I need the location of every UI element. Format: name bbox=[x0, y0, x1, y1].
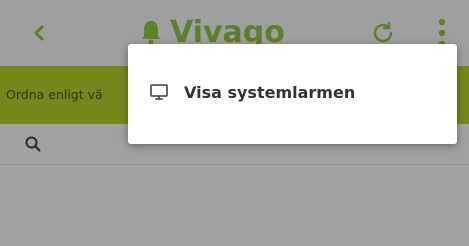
overflow-menu: Visa systemlarmen bbox=[128, 44, 457, 144]
menu-item-show-system-alarms[interactable]: Visa systemlarmen bbox=[134, 64, 451, 120]
app-screen: Vivago Ordna enligt vä Visa systemlarmen bbox=[0, 0, 469, 246]
menu-item-label: Visa systemlarmen bbox=[184, 82, 356, 102]
monitor-icon bbox=[148, 81, 170, 103]
